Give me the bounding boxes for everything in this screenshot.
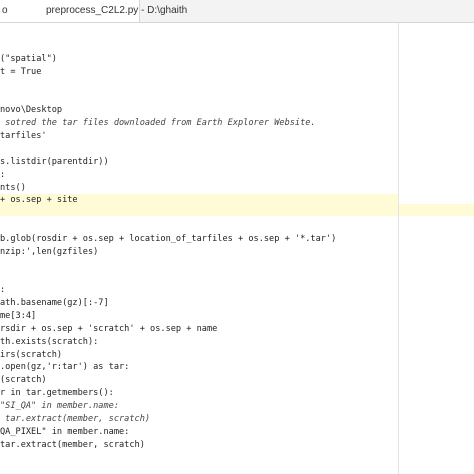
code-line[interactable]: : [0, 284, 398, 296]
code-line[interactable] [0, 220, 398, 232]
vertical-ruler [398, 23, 399, 474]
code-line[interactable]: irs(scratch) [0, 349, 398, 361]
code-editor[interactable]: ("spatial") t = True novo\Desktop sotred t… [0, 23, 474, 474]
code-line[interactable]: t = True [0, 66, 398, 78]
code-line[interactable]: (scratch) [0, 374, 398, 386]
code-line[interactable] [0, 143, 398, 155]
code-line[interactable]: + os.sep + site [0, 194, 398, 207]
code-line[interactable] [0, 259, 398, 271]
code-line[interactable]: th.exists(scratch): [0, 336, 398, 348]
code-line[interactable] [0, 271, 398, 283]
code-line[interactable]: novo\Desktop [0, 104, 398, 116]
code-line[interactable]: me[3:4] [0, 310, 398, 322]
code-line[interactable]: tar.extract(member, scratch) [0, 439, 398, 451]
code-line[interactable]: tarfiles' [0, 130, 398, 142]
code-line[interactable]: ("spatial") [0, 53, 398, 65]
code-line[interactable]: .open(gz,'r:tar') as tar: [0, 361, 398, 373]
code-line[interactable]: r in tar.getmembers(): [0, 387, 398, 399]
code-line[interactable]: sotred the tar files downloaded from Ear… [0, 117, 398, 129]
code-line[interactable]: "SI_QA" in member.name: [0, 400, 398, 412]
code-line[interactable]: QA_PIXEL" in member.name: [0, 426, 398, 438]
code-line[interactable]: rsdir + os.sep + 'scratch' + os.sep + na… [0, 323, 398, 335]
code-line[interactable]: : [0, 169, 398, 181]
title-bar: o preprocess_C2L2.py - D:\ghaith [0, 0, 474, 23]
code-line[interactable] [0, 79, 398, 91]
code-line[interactable] [0, 92, 398, 104]
tab-label-fragment: o [2, 5, 8, 16]
code-line[interactable]: b.glob(rosdir + os.sep + location_of_tar… [0, 233, 398, 245]
code-line[interactable]: tar.extract(member, scratch) [0, 413, 398, 425]
code-line[interactable] [0, 207, 398, 219]
window-title: preprocess_C2L2.py - D:\ghaith [46, 5, 188, 16]
code-line[interactable]: s.listdir(parentdir)) [0, 156, 398, 168]
code-line[interactable]: nts() [0, 182, 398, 194]
code-line[interactable]: ath.basename(gz)[:-7] [0, 297, 398, 309]
code-line[interactable]: nzip:',len(gzfiles) [0, 246, 398, 258]
